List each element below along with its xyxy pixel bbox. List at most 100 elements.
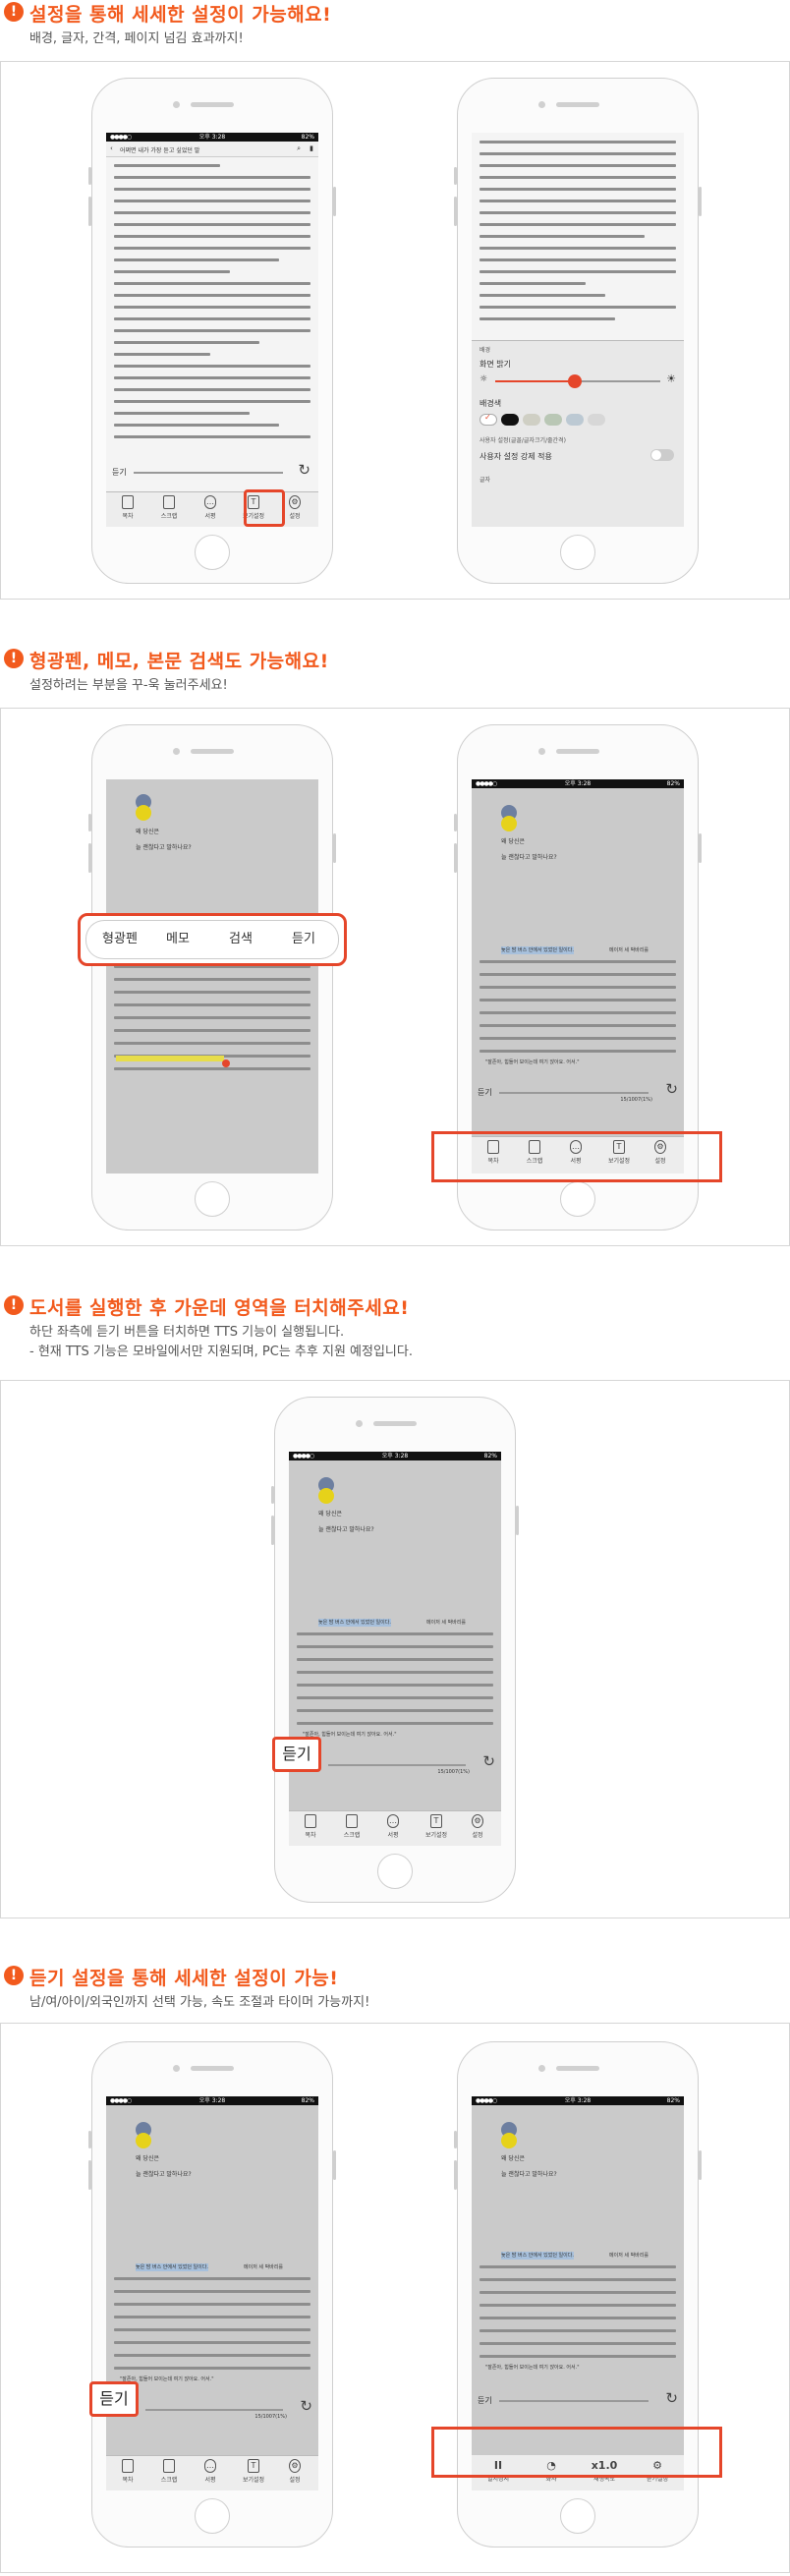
section-settings: ! 설정을 통해 세세한 설정이 가능해요! 배경, 글자, 간격, 페이지 넘… bbox=[0, 0, 790, 600]
exclamation-icon: ! bbox=[4, 1966, 24, 1985]
popup-memo[interactable]: 메모 bbox=[153, 921, 202, 958]
refresh-icon[interactable]: ↻ bbox=[665, 1080, 678, 1098]
toolbar-item-settings[interactable]: ⚙ 설정 bbox=[275, 2459, 314, 2484]
popup-highlighter[interactable]: 형광펜 bbox=[90, 921, 149, 958]
toolbar-item-review[interactable]: … 서평 bbox=[373, 1814, 413, 1839]
brightness-label: 화면 밝기 bbox=[480, 360, 511, 369]
section-title: 형광펜, 메모, 본문 검색도 가능해요! bbox=[29, 651, 329, 672]
dialog-text: "잘존아, 힘들어 보이는데 여기 앉아요. 어서." bbox=[485, 2365, 580, 2371]
listen-button[interactable]: 듣기 bbox=[112, 467, 127, 478]
book-mark-yellow bbox=[501, 2133, 517, 2148]
status-bar: ●●●●○ 오후 3:28 82% bbox=[472, 2096, 684, 2105]
phone-mockup: 배경 화면 밝기 ☼ ☀ 배경색 ✓ 사용자 설정(글꼴/글자크기/줄간격) 사… bbox=[454, 78, 702, 584]
toolbar-item-view-settings[interactable]: T 보기설정 bbox=[417, 1814, 456, 1839]
toolbar-item-scrap[interactable]: 스크랩 bbox=[149, 495, 189, 520]
progress-bar[interactable] bbox=[499, 2400, 649, 2402]
listen-button-highlight[interactable]: 듣기 bbox=[272, 1737, 321, 1772]
home-button bbox=[560, 1181, 595, 1217]
toolbar-item-scrap[interactable]: 스크랩 bbox=[149, 2459, 189, 2484]
phone-mockup: 왜 당신은 늘 괜찮다고 말하나요? bbox=[88, 724, 336, 1231]
toolbar-item-scrap[interactable]: 스크랩 bbox=[332, 1814, 371, 1839]
highlighted-sentence[interactable]: 늦은 밤 버스 안에서 있었던 일이다. bbox=[501, 946, 574, 954]
section-title: 도서를 실행한 후 가운데 영역을 터치해주세요! bbox=[29, 1297, 410, 1319]
body-text: 메이저 세 박바리를 bbox=[426, 1620, 466, 1626]
back-icon[interactable]: ‹ bbox=[110, 144, 113, 152]
swatch-beige[interactable] bbox=[523, 414, 540, 426]
reader-toolbar: 목차 스크랩 … 서평 T 보기설정 ⚙ 설정 bbox=[106, 491, 318, 527]
status-bar: ●●●●○ 오후 3:28 82% bbox=[289, 1452, 501, 1460]
section-header: ! 도서를 실행한 후 가운데 영역을 터치해주세요! 하단 좌측에 듣기 버튼… bbox=[4, 1293, 790, 1372]
book-heading: 왜 당신은 bbox=[501, 2155, 525, 2162]
toolbar-item-view-settings[interactable]: T 보기설정 bbox=[234, 2459, 273, 2484]
section-header: ! 형광펜, 메모, 본문 검색도 가능해요! 설정하려는 부분을 꾸-욱 눌러… bbox=[4, 647, 790, 706]
listen-button-highlight[interactable]: 듣기 bbox=[89, 2381, 139, 2417]
book-heading: 늘 괜찮다고 말하나요? bbox=[501, 854, 557, 861]
view-settings-icon: T bbox=[430, 1814, 442, 1828]
bookmark-icon[interactable]: ▮ bbox=[310, 144, 313, 152]
toolbar-item-review[interactable]: … 서평 bbox=[191, 495, 230, 520]
home-button bbox=[195, 535, 230, 570]
section-subtitle: 하단 좌측에 듣기 버튼을 터치하면 TTS 기능이 실행됩니다. bbox=[29, 1325, 345, 1340]
popup-search[interactable]: 검색 bbox=[216, 921, 265, 958]
home-button bbox=[195, 1181, 230, 1217]
home-button bbox=[377, 1854, 413, 1889]
home-button bbox=[560, 2498, 595, 2534]
swatch-blue[interactable] bbox=[566, 414, 584, 426]
highlighted-sentence[interactable]: 늦은 밤 버스 안에서 있었던 일이다. bbox=[501, 2252, 574, 2260]
popup-listen[interactable]: 듣기 bbox=[279, 921, 328, 958]
section-subtitle: 배경, 글자, 간격, 페이지 넘김 효과까지! bbox=[29, 31, 244, 46]
book-heading: 늘 괜찮다고 말하나요? bbox=[136, 844, 192, 851]
brightness-slider[interactable] bbox=[495, 374, 660, 388]
reader-screen: ●●●●○ 오후 3:28 82% 왜 당신은 늘 괜찮다고 말하나요? 늦은 … bbox=[289, 1452, 501, 1846]
swatch-black[interactable] bbox=[501, 414, 519, 426]
toolbar-item-toc[interactable]: 목차 bbox=[108, 2459, 147, 2484]
swatch-gray[interactable] bbox=[588, 414, 605, 426]
book-heading: 왜 당신은 bbox=[136, 829, 159, 835]
swatch-green[interactable] bbox=[544, 414, 562, 426]
toolbar-item-toc[interactable]: 목차 bbox=[291, 1814, 330, 1839]
listen-button[interactable]: 듣기 bbox=[478, 1087, 492, 1098]
selected-text[interactable] bbox=[116, 1056, 224, 1061]
search-icon[interactable]: ⌕ bbox=[297, 144, 301, 153]
status-bar: ●●●●○ 오후 3:28 82% bbox=[106, 133, 318, 142]
swatch-white[interactable]: ✓ bbox=[480, 413, 497, 426]
refresh-icon[interactable]: ↻ bbox=[300, 2397, 312, 2415]
reader-toolbar: 목차 스크랩 … 서평 T 보기설정 ⚙ 설정 bbox=[289, 1810, 501, 1846]
demo-frame: 왜 당신은 늘 괜찮다고 말하나요? 형광펜 메모 검색 듣기 ●●●●○ 오후… bbox=[0, 708, 790, 1246]
refresh-icon[interactable]: ↻ bbox=[298, 461, 310, 479]
toolbar-item-settings[interactable]: ⚙ 설정 bbox=[458, 1814, 497, 1839]
selection-popup: 형광펜 메모 검색 듣기 bbox=[78, 913, 347, 966]
exclamation-icon: ! bbox=[4, 2, 24, 22]
brightness-high-icon: ☀ bbox=[666, 372, 676, 385]
refresh-icon[interactable]: ↻ bbox=[665, 2389, 678, 2407]
refresh-icon[interactable]: ↻ bbox=[482, 1752, 495, 1770]
listen-button[interactable]: 듣기 bbox=[92, 2384, 136, 2414]
listen-button[interactable]: 듣기 bbox=[478, 2395, 492, 2406]
reader-screen: ●●●●○ 오후 3:28 82% 왜 당신은 늘 괜찮다고 말하나요? 늦은 … bbox=[106, 2096, 318, 2490]
selection-handle[interactable] bbox=[222, 1059, 230, 1067]
book-title: 어쩌면 내가 가장 듣고 싶었던 말 bbox=[120, 147, 200, 154]
section-header: ! 설정을 통해 세세한 설정이 가능해요! 배경, 글자, 간격, 페이지 넘… bbox=[4, 0, 790, 59]
custom-toggle[interactable] bbox=[650, 449, 674, 461]
highlighted-sentence[interactable]: 늦은 밤 버스 안에서 있었던 일이다. bbox=[136, 2263, 208, 2271]
listen-button[interactable]: 듣기 bbox=[275, 1740, 318, 1769]
book-heading: 늘 괜찮다고 말하나요? bbox=[136, 2171, 192, 2178]
gear-icon: ⚙ bbox=[289, 495, 301, 509]
toc-icon bbox=[122, 2459, 134, 2473]
progress-bar[interactable] bbox=[134, 472, 283, 474]
section-subtitle: 남/여/아이/외국인까지 선택 가능, 속도 조절과 타이머 가능까지! bbox=[29, 1995, 370, 2010]
section-header: ! 듣기 설정을 통해 세세한 설정이 가능! 남/여/아이/외국인까지 선택 … bbox=[4, 1964, 790, 2023]
highlighted-sentence[interactable]: 늦은 밤 버스 안에서 있었던 일이다. bbox=[318, 1619, 391, 1627]
background-label: 배경색 bbox=[480, 399, 502, 408]
review-icon: … bbox=[387, 1814, 399, 1828]
toolbar-item-review[interactable]: … 서평 bbox=[191, 2459, 230, 2484]
custom-label: 사용자 설정 강제 적용 bbox=[480, 452, 552, 461]
settings-screen: 배경 화면 밝기 ☼ ☀ 배경색 ✓ 사용자 설정(글꼴/글자크기/줄간격) 사… bbox=[472, 133, 684, 527]
slider-thumb[interactable] bbox=[567, 374, 582, 388]
review-icon: … bbox=[204, 495, 216, 509]
status-bar: ●●●●○ 오후 3:28 82% bbox=[472, 779, 684, 788]
toc-icon bbox=[122, 495, 134, 509]
toolbar-item-toc[interactable]: 목차 bbox=[108, 495, 147, 520]
book-heading: 늘 괜찮다고 말하나요? bbox=[318, 1526, 374, 1533]
exclamation-icon: ! bbox=[4, 1295, 24, 1315]
